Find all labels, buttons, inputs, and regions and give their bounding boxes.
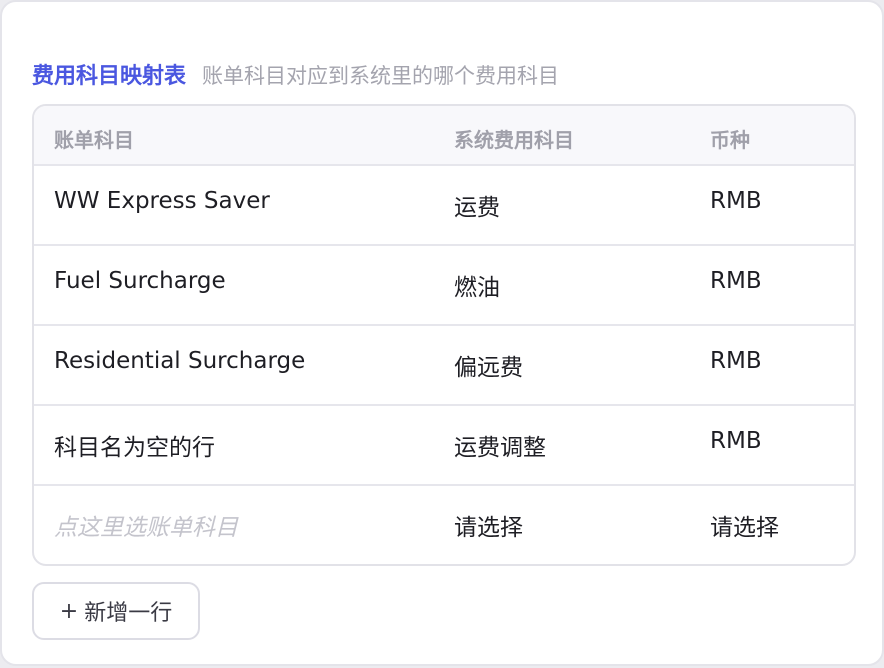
table-header: 账单科目 系统费用科目 币种 — [34, 106, 854, 166]
bill-item-select[interactable]: WW Express Saver — [54, 188, 270, 214]
page-title: 费用科目映射表 — [32, 64, 187, 89]
currency-select[interactable]: 请选择 — [710, 508, 779, 542]
column-header-bill-item: 账单科目 — [54, 128, 134, 152]
bill-item-select[interactable]: Residential Surcharge — [54, 348, 305, 374]
system-item-select[interactable]: 偏远费 — [454, 348, 523, 382]
table-row: 科目名为空的行 运费调整 RMB — [34, 406, 854, 486]
page-subtitle: 账单科目对应到系统里的哪个费用科目 — [202, 64, 560, 88]
currency-select[interactable]: RMB — [710, 188, 762, 214]
bill-item-placeholder-select[interactable]: 点这里选账单科目 — [54, 508, 238, 542]
add-row-label: 新增一行 — [84, 601, 173, 626]
bill-item-select[interactable]: Fuel Surcharge — [54, 268, 226, 294]
system-item-select[interactable]: 燃油 — [454, 268, 500, 302]
new-table-row: 点这里选账单科目 请选择 请选择 — [34, 486, 854, 564]
bill-item-select[interactable]: 科目名为空的行 — [54, 428, 215, 462]
table-row: WW Express Saver 运费 RMB — [34, 166, 854, 246]
currency-select[interactable]: RMB — [710, 268, 762, 294]
system-item-select[interactable]: 请选择 — [454, 508, 523, 542]
currency-select[interactable]: RMB — [710, 428, 762, 454]
mapping-card: 费用科目映射表 账单科目对应到系统里的哪个费用科目 账单科目 系统费用科目 币种… — [0, 0, 884, 666]
column-header-system-item: 系统费用科目 — [454, 128, 574, 152]
currency-select[interactable]: RMB — [710, 348, 762, 374]
system-item-select[interactable]: 运费调整 — [454, 428, 546, 462]
plus-icon: + — [59, 598, 79, 624]
column-header-currency: 币种 — [710, 128, 750, 152]
system-item-select[interactable]: 运费 — [454, 188, 500, 222]
add-row-button[interactable]: + 新增一行 — [32, 582, 200, 640]
table-row: Fuel Surcharge 燃油 RMB — [34, 246, 854, 326]
mapping-table: 账单科目 系统费用科目 币种 WW Express Saver 运费 RMB F… — [32, 104, 856, 566]
table-row: Residential Surcharge 偏远费 RMB — [34, 326, 854, 406]
card-header: 费用科目映射表 账单科目对应到系统里的哪个费用科目 — [32, 58, 559, 90]
